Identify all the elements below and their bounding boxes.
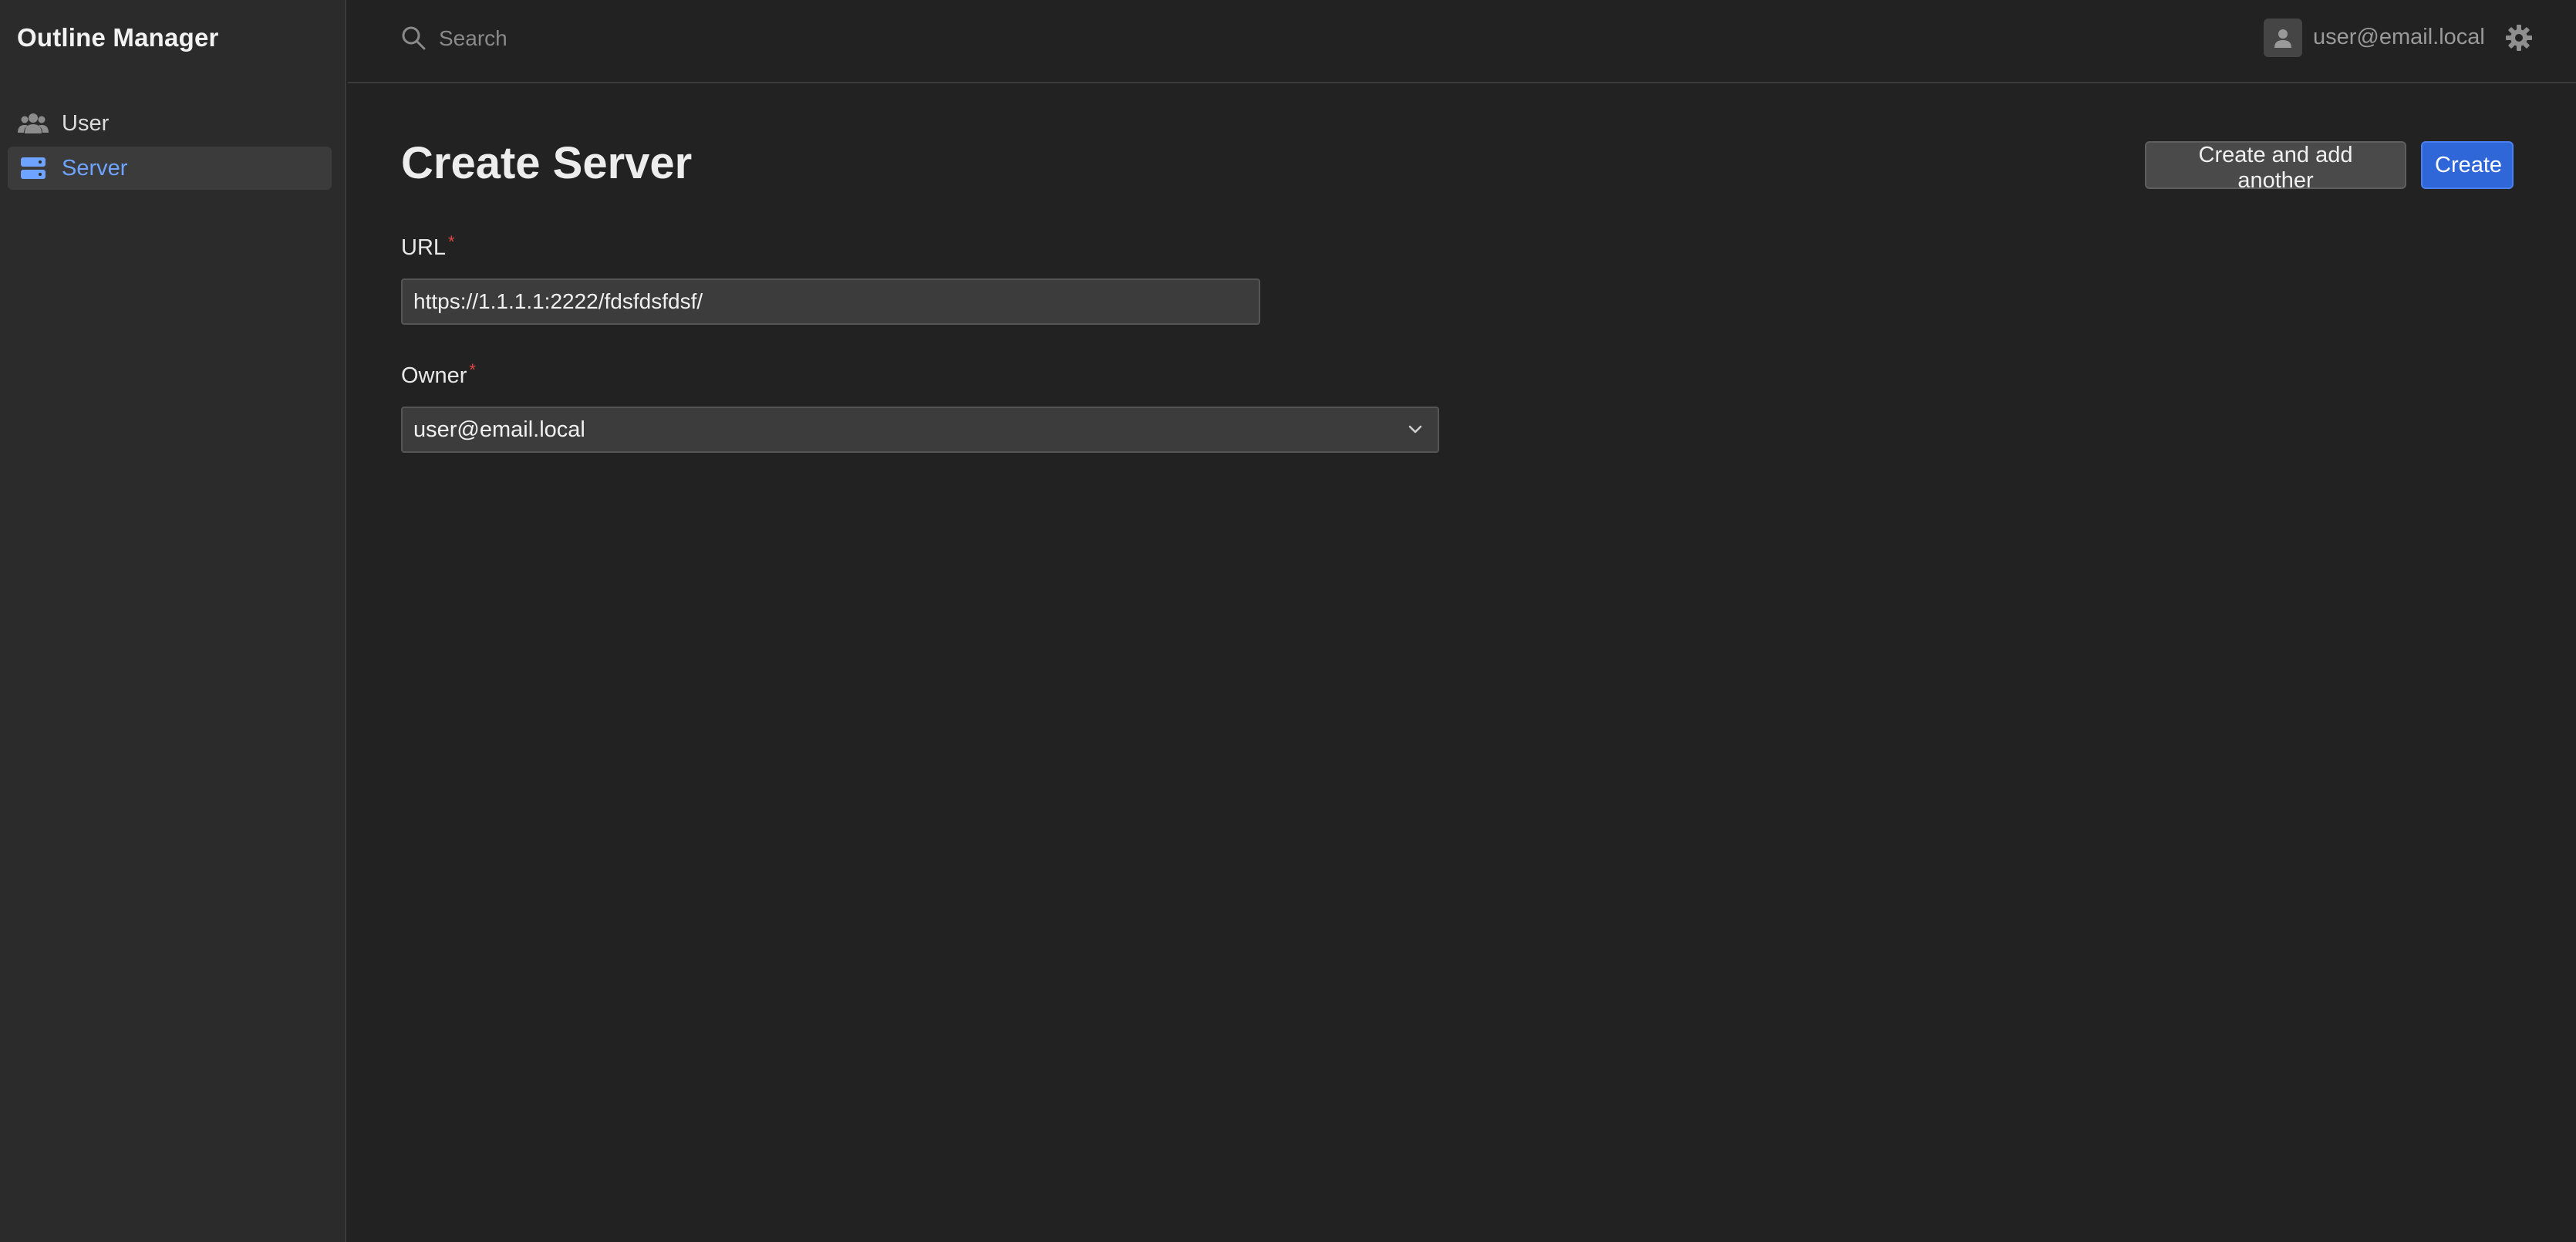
top-bar: user@email.local bbox=[348, 0, 2576, 83]
page-title: Create Server bbox=[401, 138, 693, 188]
user-email[interactable]: user@email.local bbox=[2313, 25, 2485, 50]
sidebar-item-server[interactable]: Server bbox=[8, 147, 332, 190]
owner-select[interactable]: user@email.local bbox=[401, 407, 1439, 453]
create-and-add-another-button[interactable]: Create and add another bbox=[2145, 141, 2406, 193]
user-avatar-icon bbox=[2274, 29, 2291, 48]
required-marker: * bbox=[448, 232, 455, 251]
search-input[interactable] bbox=[439, 17, 1056, 60]
owner-label-text: Owner bbox=[401, 363, 467, 388]
url-label-text: URL bbox=[401, 235, 447, 260]
create-button[interactable]: Create bbox=[2421, 141, 2514, 189]
chevron-down-icon bbox=[1404, 418, 1427, 441]
app-title: Outline Manager bbox=[17, 23, 219, 52]
sidebar-nav: User Server bbox=[8, 102, 332, 191]
server-icon bbox=[17, 152, 49, 184]
search-icon bbox=[400, 25, 427, 51]
owner-label: Owner * bbox=[401, 360, 476, 389]
required-marker: * bbox=[469, 360, 476, 380]
avatar[interactable] bbox=[2264, 19, 2302, 57]
users-icon bbox=[17, 107, 49, 140]
sidebar-item-label: User bbox=[62, 110, 110, 136]
gear-icon[interactable] bbox=[2504, 22, 2534, 53]
url-field[interactable] bbox=[401, 278, 1260, 325]
owner-selected-value: user@email.local bbox=[413, 417, 585, 442]
sidebar-item-label: Server bbox=[62, 155, 128, 181]
sidebar-item-user[interactable]: User bbox=[8, 102, 332, 145]
app-window: Outline Manager User Server Search user@… bbox=[0, 0, 2576, 1242]
sidebar: Outline Manager User Server bbox=[0, 0, 346, 1242]
url-label: URL * bbox=[401, 232, 455, 261]
